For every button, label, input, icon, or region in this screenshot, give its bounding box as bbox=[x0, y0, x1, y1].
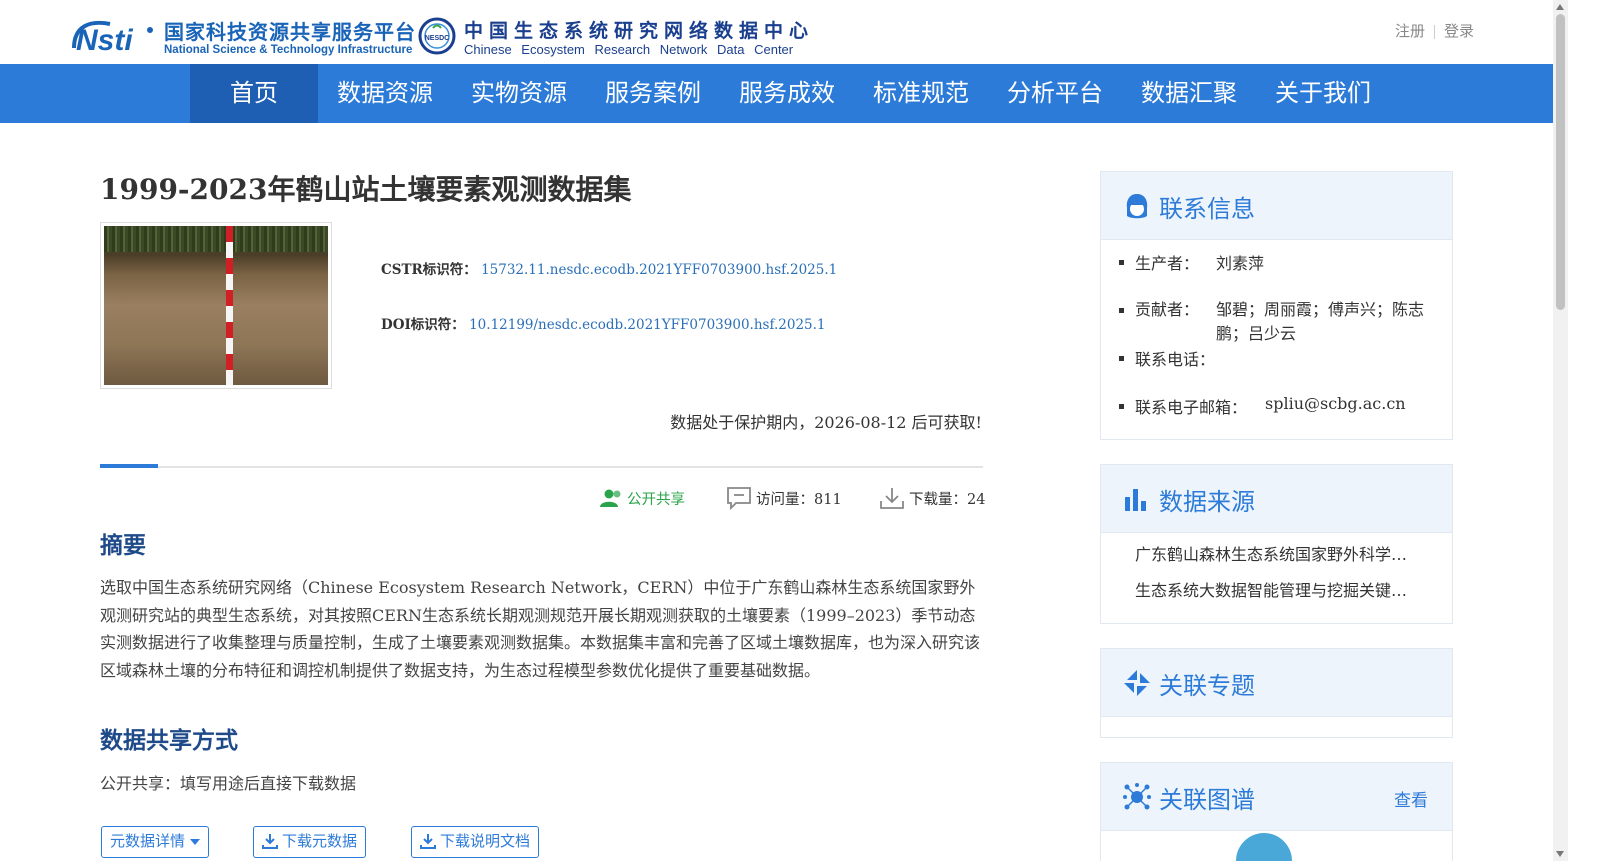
phone-label: 联系电话： bbox=[1135, 350, 1216, 369]
visit-count: 访问量：811 bbox=[726, 486, 842, 510]
metadata-details-button[interactable]: 元数据详情 bbox=[101, 826, 210, 858]
protection-notice: 数据处于保护期内，2026-08-12 后可获取! bbox=[670, 413, 982, 432]
producer-value: 刘素萍 bbox=[1216, 254, 1265, 273]
data-source-item[interactable]: 广东鹤山森林生态系统国家野外科学… bbox=[1101, 543, 1431, 579]
contributors-value: 邹碧；周丽霞；傅声兴；陈志鹏；吕少云 bbox=[1216, 300, 1425, 343]
nesdc-logo-icon: NESDC bbox=[418, 17, 456, 55]
download-count: 下载量：24 bbox=[879, 486, 985, 510]
thumbnail-measuring-pole bbox=[226, 226, 233, 385]
scrollbar-thumb[interactable] bbox=[1556, 14, 1565, 310]
related-topics-card-title: 关联专题 bbox=[1159, 672, 1255, 700]
nav-item-analysis-platform[interactable]: 分析平台 bbox=[988, 64, 1122, 123]
scroll-up-icon[interactable] bbox=[1556, 4, 1564, 10]
data-source-card-title: 数据来源 bbox=[1159, 488, 1255, 516]
download-doc-label: 下载说明文档 bbox=[440, 832, 531, 850]
comment-icon bbox=[727, 487, 751, 510]
contact-list: 生产者： 刘素萍 贡献者： 邹碧；周丽霞；傅声兴；陈志鹏；吕少云 联系电话： 联… bbox=[1101, 240, 1452, 434]
nsti-logo-icon: Nsti bbox=[72, 20, 153, 56]
download-metadata-button[interactable]: 下载元数据 bbox=[253, 826, 367, 858]
nav-item-physical-resources[interactable]: 实物资源 bbox=[452, 64, 586, 123]
metadata-details-label: 元数据详情 bbox=[110, 832, 186, 850]
network-graph-icon bbox=[1123, 783, 1151, 810]
register-link[interactable]: 注册 bbox=[1395, 22, 1425, 40]
data-source-item[interactable]: 生态系统大数据智能管理与挖掘关键… bbox=[1101, 579, 1431, 609]
contact-contributors: 贡献者： 邹碧；周丽霞；傅声兴；陈志鹏；吕少云 bbox=[1119, 298, 1432, 346]
abstract-text: 选取中国生态系统研究网络（Chinese Ecosystem Research … bbox=[100, 578, 981, 680]
nav-item-service-results[interactable]: 服务成效 bbox=[720, 64, 854, 123]
soil-profile-image bbox=[104, 226, 328, 385]
cstr-link[interactable]: 15732.11.nesdc.ecodb.2021YFF0703900.hsf.… bbox=[481, 262, 837, 278]
nsti-logo[interactable]: Nsti 国家科技资源共享服务平台 National Science & Tec… bbox=[70, 14, 415, 60]
contact-email: 联系电子邮箱： spliu@scbg.ac.cn bbox=[1119, 394, 1432, 434]
doi-label: DOI标识符： bbox=[381, 317, 465, 333]
doi-identifier: DOI标识符： 10.12199/nesdc.ecodb.2021YFF0703… bbox=[381, 313, 826, 333]
view-graph-link[interactable]: 查看 bbox=[1394, 786, 1428, 811]
nav-item-data-aggregation[interactable]: 数据汇聚 bbox=[1122, 64, 1256, 123]
sharing-text: 公开共享：填写用途后直接下载数据 bbox=[100, 774, 357, 793]
download-icon bbox=[880, 488, 904, 509]
sharing-heading: 数据共享方式 bbox=[100, 728, 238, 754]
data-source-card: 数据来源 广东鹤山森林生态系统国家野外科学… 生态系统大数据智能管理与挖掘关键… bbox=[1100, 464, 1453, 624]
abstract-heading: 摘要 bbox=[100, 533, 146, 559]
nesdc-logo-cn: 中国生态系统研究网络数据中心 bbox=[464, 20, 815, 42]
download-count-label: 下载量：24 bbox=[909, 491, 986, 508]
related-topics-card-header: 关联专题 bbox=[1101, 649, 1452, 717]
nav-item-home[interactable]: 首页 bbox=[190, 64, 318, 123]
tab-divider bbox=[100, 466, 983, 468]
email-link[interactable]: spliu@scbg.ac.cn bbox=[1265, 394, 1406, 434]
svg-text:Nsti: Nsti bbox=[76, 24, 133, 56]
contact-producer: 生产者： 刘素萍 bbox=[1119, 250, 1432, 298]
nav-item-service-cases[interactable]: 服务案例 bbox=[586, 64, 720, 123]
related-graph-card-title: 关联图谱 bbox=[1159, 786, 1255, 814]
users-icon bbox=[600, 489, 621, 507]
nsti-logo-cn: 国家科技资源共享服务平台 bbox=[164, 20, 416, 44]
nav-item-about-us[interactable]: 关于我们 bbox=[1256, 64, 1390, 123]
nesdc-logo[interactable]: NESDC 中国生态系统研究网络数据中心 Chinese Ecosystem R… bbox=[418, 16, 838, 60]
contributors-label: 贡献者： bbox=[1135, 300, 1200, 319]
nav-item-data-resources[interactable]: 数据资源 bbox=[318, 64, 452, 123]
related-topics-card: 关联专题 bbox=[1100, 648, 1453, 738]
email-label: 联系电子邮箱： bbox=[1135, 398, 1248, 417]
page-title: 1999-2023年鹤山站土壤要素观测数据集 bbox=[100, 173, 632, 206]
cstr-label: CSTR标识符： bbox=[381, 262, 477, 278]
contact-person-icon bbox=[1126, 194, 1148, 219]
tab-active-indicator[interactable] bbox=[100, 464, 158, 468]
user-links: 注册 登录 bbox=[1395, 20, 1474, 41]
link-separator bbox=[1433, 24, 1435, 39]
contact-card: 联系信息 生产者： 刘素萍 贡献者： 邹碧；周丽霞；傅声兴；陈志鹏；吕少云 联系… bbox=[1100, 171, 1453, 440]
nesdc-logo-en: Chinese Ecosystem Research Network Data … bbox=[464, 42, 794, 57]
contact-card-header: 联系信息 bbox=[1101, 172, 1452, 240]
main-nav-bar: 首页 数据资源 实物资源 服务案例 服务成效 标准规范 分析平台 数据汇聚 关于… bbox=[0, 64, 1553, 123]
nesdc-logo-badge: NESDC bbox=[425, 35, 450, 42]
related-graph-card-header: 关联图谱 查看 bbox=[1101, 763, 1452, 831]
data-source-card-header: 数据来源 bbox=[1101, 465, 1452, 533]
producer-label: 生产者： bbox=[1135, 254, 1200, 273]
related-graph-card: 关联图谱 查看 bbox=[1100, 762, 1453, 861]
bar-chart-icon bbox=[1125, 489, 1146, 511]
dataset-thumbnail[interactable] bbox=[100, 222, 332, 389]
doi-link[interactable]: 10.12199/nesdc.ecodb.2021YFF0703900.hsf.… bbox=[469, 317, 825, 333]
download-icon bbox=[420, 834, 436, 849]
page-scrollbar[interactable] bbox=[1553, 0, 1568, 861]
visit-count-label: 访问量：811 bbox=[756, 491, 842, 508]
contact-card-title: 联系信息 bbox=[1159, 195, 1255, 223]
graph-node[interactable] bbox=[1236, 833, 1292, 861]
download-doc-button[interactable]: 下载说明文档 bbox=[411, 826, 540, 858]
chevron-down-icon bbox=[190, 839, 201, 845]
topic-diamond-icon bbox=[1124, 670, 1150, 696]
nav-item-standards[interactable]: 标准规范 bbox=[854, 64, 988, 123]
login-link[interactable]: 登录 bbox=[1444, 22, 1474, 40]
main-nav: 首页 数据资源 实物资源 服务案例 服务成效 标准规范 分析平台 数据汇聚 关于… bbox=[190, 64, 1390, 123]
download-metadata-label: 下载元数据 bbox=[282, 832, 358, 850]
cstr-identifier: CSTR标识符： 15732.11.nesdc.ecodb.2021YFF070… bbox=[381, 258, 837, 278]
contact-phone: 联系电话： bbox=[1119, 346, 1432, 394]
share-status-label: 公开共享 bbox=[627, 491, 685, 508]
share-status: 公开共享 bbox=[599, 486, 685, 510]
nsti-logo-en: National Science & Technology Infrastruc… bbox=[164, 44, 413, 56]
thumbnail-grass bbox=[104, 226, 328, 252]
scroll-down-icon[interactable] bbox=[1556, 851, 1564, 857]
download-icon bbox=[262, 834, 278, 849]
site-header: Nsti 国家科技资源共享服务平台 National Science & Tec… bbox=[0, 0, 1550, 64]
